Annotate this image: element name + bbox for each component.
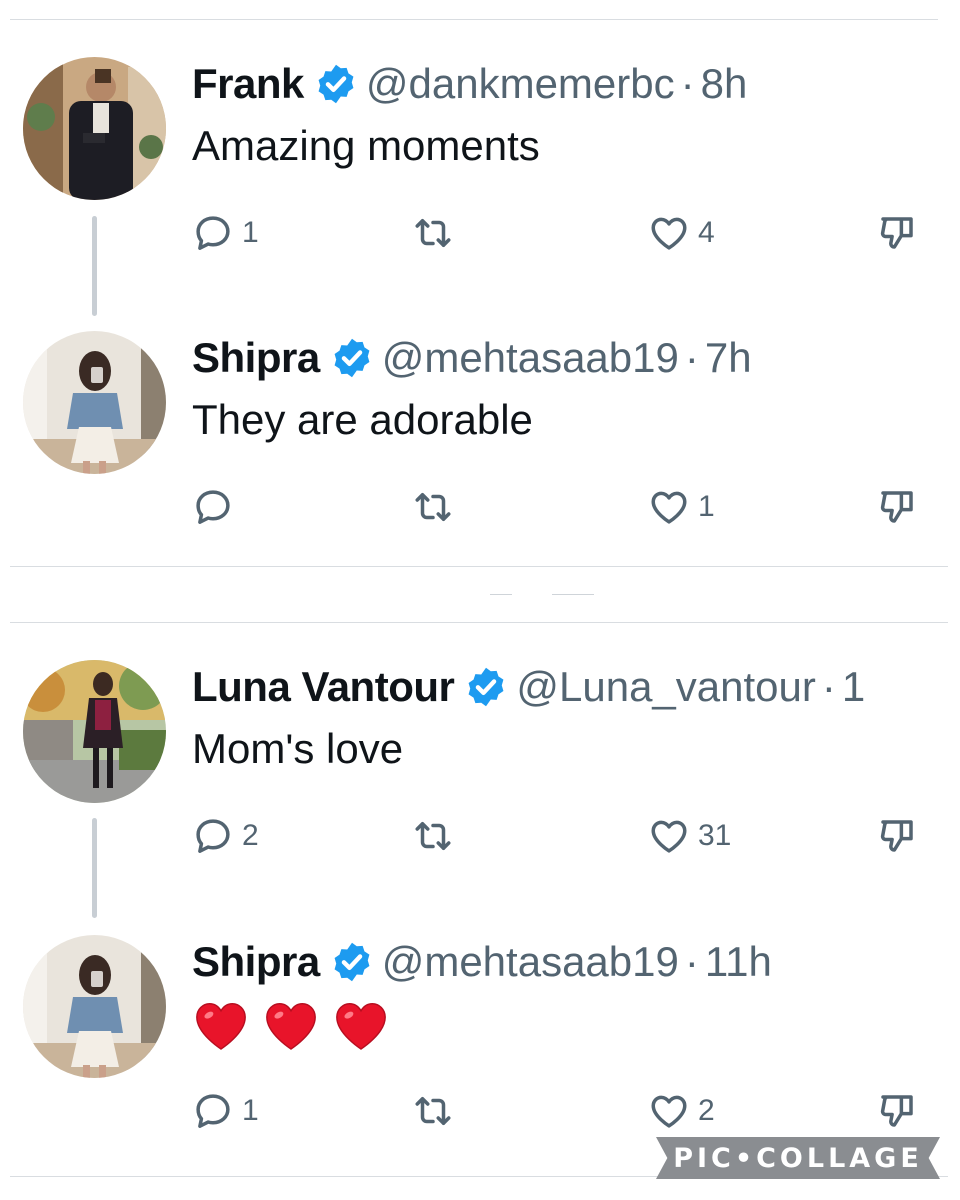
verified-badge-icon xyxy=(334,942,370,982)
like-icon xyxy=(651,820,687,853)
timestamp[interactable]: 7h xyxy=(705,333,752,383)
user-handle[interactable]: @mehtasaab19 xyxy=(382,333,679,383)
section-divider xyxy=(10,622,948,623)
dislike-icon xyxy=(880,491,913,523)
avatar[interactable] xyxy=(23,660,166,803)
verified-badge-icon xyxy=(468,667,504,707)
retweet-icon xyxy=(415,219,451,247)
reply-button[interactable]: 2 xyxy=(192,806,259,866)
like-icon xyxy=(651,491,687,524)
user-handle[interactable]: @dankmemerbc xyxy=(366,59,675,109)
tweet-text: ❤️❤️❤️ xyxy=(192,997,390,1055)
timestamp[interactable]: 8h xyxy=(701,59,748,109)
like-button[interactable]: 2 xyxy=(648,1081,715,1141)
dislike-icon xyxy=(880,217,913,249)
tweet-header: Luna Vantour @Luna_vantour · 1 xyxy=(192,662,865,712)
separator-dot: · xyxy=(821,663,836,710)
tweet-header: Frank @dankmemerbc · 8h xyxy=(192,59,747,109)
retweet-button[interactable] xyxy=(412,203,462,263)
like-count: 31 xyxy=(698,819,732,852)
like-button[interactable]: 1 xyxy=(648,477,715,537)
reply-button[interactable]: 1 xyxy=(192,1081,259,1141)
like-count: 4 xyxy=(698,216,715,249)
dislike-icon xyxy=(880,1095,913,1127)
separator-dot: · xyxy=(684,334,699,381)
like-button[interactable]: 31 xyxy=(648,806,731,866)
dislike-icon xyxy=(880,820,913,852)
red-heart-emoji xyxy=(196,1003,246,1050)
avatar[interactable] xyxy=(23,331,166,474)
action-bar: 1 2 xyxy=(0,1081,960,1141)
tweet-text: They are adorable xyxy=(192,396,533,443)
reply-icon xyxy=(196,819,230,853)
like-count: 1 xyxy=(698,490,715,523)
reply-count: 2 xyxy=(242,819,259,852)
like-icon xyxy=(651,217,687,250)
display-name[interactable]: Shipra xyxy=(192,333,320,383)
collage-gap-mark xyxy=(490,594,512,595)
section-divider xyxy=(10,566,948,567)
reply-button[interactable]: 1 xyxy=(192,203,259,263)
tweet-header: Shipra @mehtasaab19 · 7h xyxy=(192,333,752,383)
display-name[interactable]: Luna Vantour xyxy=(192,662,455,712)
user-handle[interactable]: @Luna_vantour xyxy=(516,662,816,712)
action-bar: 2 31 xyxy=(0,806,960,866)
top-divider xyxy=(10,19,938,20)
avatar[interactable] xyxy=(23,57,166,200)
separator-dot: · xyxy=(684,938,699,985)
tweet[interactable]: Shipra @mehtasaab19 · 7h They are adorab… xyxy=(0,331,960,581)
timestamp[interactable]: 11h xyxy=(705,937,772,987)
like-icon xyxy=(651,1095,687,1128)
user-handle[interactable]: @mehtasaab19 xyxy=(382,937,679,987)
dislike-button[interactable] xyxy=(876,477,918,537)
retweet-button[interactable] xyxy=(412,806,462,866)
like-button[interactable]: 4 xyxy=(648,203,715,263)
retweet-icon xyxy=(415,1097,451,1125)
avatar[interactable] xyxy=(23,935,166,1078)
separator-dot: · xyxy=(680,60,695,107)
retweet-icon xyxy=(415,493,451,521)
timestamp[interactable]: 1 xyxy=(842,662,865,712)
pic-collage-watermark: PIC•COLLAGE xyxy=(656,1137,940,1179)
action-bar: 1 xyxy=(0,477,960,537)
collage-gap-mark xyxy=(552,594,594,595)
dislike-button[interactable] xyxy=(876,1081,918,1141)
like-count: 2 xyxy=(698,1094,715,1127)
red-heart-emoji xyxy=(336,1003,386,1050)
action-bar: 1 4 xyxy=(0,203,960,263)
reply-icon xyxy=(196,216,230,250)
verified-badge-icon xyxy=(334,338,370,378)
reply-icon xyxy=(196,1094,230,1128)
dislike-button[interactable] xyxy=(876,806,918,866)
retweet-button[interactable] xyxy=(412,1081,462,1141)
tweet-text: Amazing moments xyxy=(192,122,540,169)
tweet-text: Mom's love xyxy=(192,725,404,772)
tweet[interactable]: Luna Vantour @Luna_vantour · 1 Mom's lov… xyxy=(0,660,960,910)
display-name[interactable]: Shipra xyxy=(192,937,320,987)
reply-count: 1 xyxy=(242,216,259,249)
reply-count: 1 xyxy=(242,1094,259,1127)
dislike-button[interactable] xyxy=(876,203,918,263)
retweet-icon xyxy=(415,822,451,850)
retweet-button[interactable] xyxy=(412,477,462,537)
reply-button[interactable] xyxy=(192,477,242,537)
display-name[interactable]: Frank xyxy=(192,59,304,109)
tweet[interactable]: Frank @dankmemerbc · 8h Amazing moments … xyxy=(0,57,960,307)
verified-badge-icon xyxy=(318,64,354,104)
tweet-header: Shipra @mehtasaab19 · 11h xyxy=(192,937,772,987)
red-heart-emoji xyxy=(266,1003,316,1050)
reply-icon xyxy=(196,490,230,524)
